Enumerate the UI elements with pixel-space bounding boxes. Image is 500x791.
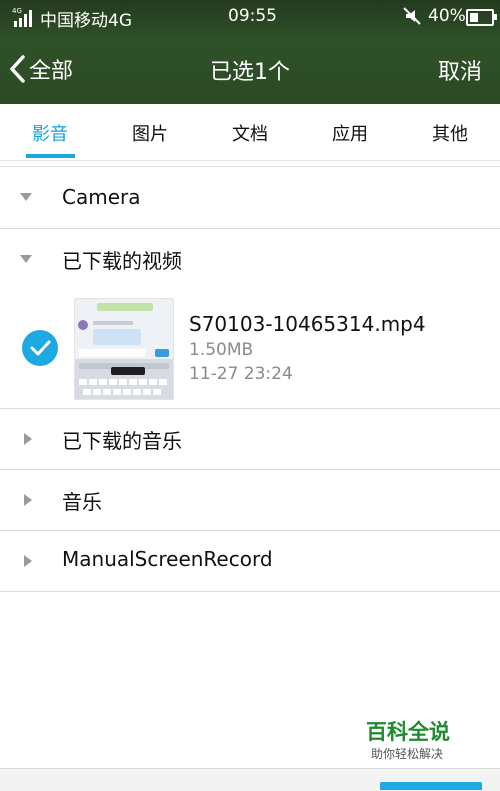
selected-checkbox[interactable] [22, 330, 58, 366]
app-header: 4G 中国移动4G 09:55 40% 全部 已选1个 取消 [0, 0, 500, 104]
triangle-right-icon [24, 494, 32, 506]
folder-row-downloaded-videos[interactable]: 已下载的视频 [0, 229, 500, 290]
category-tabs: 影音 图片 文档 应用 其他 [0, 104, 500, 161]
folder-row-music[interactable]: 音乐 [0, 470, 500, 531]
video-thumbnail [74, 298, 174, 400]
tab-apps[interactable]: 应用 [310, 120, 390, 146]
battery-icon [466, 9, 497, 26]
triangle-right-icon [24, 555, 32, 567]
file-date: 11-27 23:24 [189, 364, 293, 384]
folder-label: 已下载的视频 [62, 249, 182, 273]
title-bar: 全部 已选1个 取消 [0, 34, 500, 104]
folder-label: 已下载的音乐 [62, 429, 182, 453]
tab-media[interactable]: 影音 [10, 120, 90, 146]
file-size: 1.50MB [189, 340, 254, 360]
network-badge: 4G [12, 7, 22, 15]
folder-label: Camera [62, 185, 141, 209]
folder-row-camera[interactable]: Camera [0, 167, 500, 229]
folder-row-downloaded-music[interactable]: 已下载的音乐 [0, 409, 500, 470]
cancel-button[interactable]: 取消 [438, 54, 482, 86]
mute-icon [403, 7, 421, 25]
status-bar: 4G 中国移动4G 09:55 40% [0, 0, 500, 34]
folder-row-manual-screen-record[interactable]: ManualScreenRecord [0, 531, 500, 592]
triangle-right-icon [24, 433, 32, 445]
tab-indicator [26, 154, 75, 158]
folder-label: ManualScreenRecord [62, 547, 273, 571]
checkmark-icon [30, 340, 51, 356]
signal-icon: 4G [12, 7, 32, 27]
bottom-action-button[interactable] [380, 782, 482, 790]
tab-other[interactable]: 其他 [410, 120, 490, 146]
watermark-logo: 百科全说 [366, 720, 450, 744]
clock: 09:55 [228, 6, 277, 26]
tab-images[interactable]: 图片 [110, 120, 190, 146]
folder-label: 音乐 [62, 490, 102, 514]
page-title: 已选1个 [210, 60, 290, 85]
watermark-subtitle: 助你轻松解决 [371, 747, 444, 761]
file-name: S70103-10465314.mp4 [189, 312, 426, 336]
carrier-name: 中国移动4G [40, 11, 132, 31]
triangle-down-icon [20, 255, 32, 263]
battery-percent: 40% [428, 6, 466, 26]
tab-documents[interactable]: 文档 [210, 120, 290, 146]
triangle-down-icon [20, 193, 32, 201]
